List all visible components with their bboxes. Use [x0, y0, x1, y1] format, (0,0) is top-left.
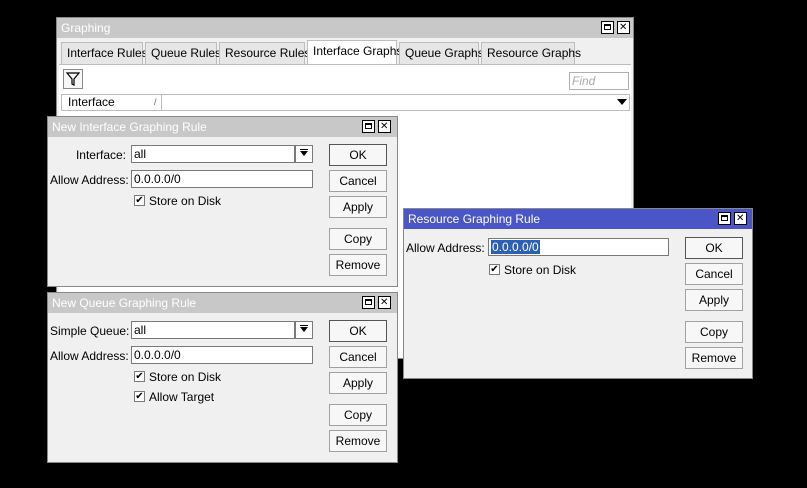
sort-indicator: / — [154, 97, 157, 107]
filter-icon — [65, 72, 81, 86]
store-on-disk-label: Store on Disk — [149, 370, 222, 384]
column-header: Interface / — [61, 94, 630, 111]
allow-address-input[interactable]: 0.0.0.0/0 — [131, 170, 313, 188]
copy-button[interactable]: Copy — [685, 321, 743, 343]
maximize-icon[interactable] — [362, 296, 375, 309]
store-on-disk-label: Store on Disk — [504, 263, 577, 277]
apply-button[interactable]: Apply — [685, 289, 743, 311]
interface-rule-window: New Interface Graphing Rule Interface: a… — [47, 116, 398, 287]
filter-button[interactable] — [63, 69, 83, 89]
allow-target-checkbox[interactable]: ✔ — [134, 391, 145, 402]
allow-target-label: Allow Target — [149, 390, 215, 404]
maximize-icon[interactable] — [718, 212, 731, 225]
interface-dropdown-icon[interactable] — [295, 145, 313, 163]
find-input[interactable]: Find — [569, 72, 629, 90]
allow-address-input[interactable]: 0.0.0.0/0 — [488, 238, 669, 256]
queue-rule-title: New Queue Graphing Rule — [52, 296, 197, 310]
graphing-title: Graphing — [61, 21, 111, 35]
remove-button[interactable]: Remove — [329, 430, 387, 452]
interface-label: Interface: — [75, 148, 126, 162]
allow-address-input[interactable]: 0.0.0.0/0 — [131, 346, 313, 364]
column-interface[interactable]: Interface / — [66, 95, 162, 110]
interface-rule-titlebar[interactable]: New Interface Graphing Rule — [48, 117, 397, 137]
copy-button[interactable]: Copy — [329, 404, 387, 426]
close-icon[interactable] — [378, 296, 391, 309]
maximize-icon[interactable] — [601, 21, 614, 34]
tab-queue-rules[interactable]: Queue Rules — [145, 42, 221, 64]
apply-button[interactable]: Apply — [329, 372, 387, 394]
remove-button[interactable]: Remove — [685, 347, 743, 369]
copy-button[interactable]: Copy — [329, 228, 387, 250]
graphing-titlebar[interactable]: Graphing — [57, 18, 633, 38]
tab-interface-graphs[interactable]: Interface Graphs — [307, 40, 402, 64]
tab-resource-graphs[interactable]: Resource Graphs — [481, 42, 581, 64]
ok-button[interactable]: OK — [685, 237, 743, 259]
store-on-disk-label: Store on Disk — [149, 194, 222, 208]
cancel-button[interactable]: Cancel — [329, 346, 387, 368]
interface-select[interactable]: all — [131, 145, 295, 163]
close-icon[interactable] — [734, 212, 747, 225]
queue-rule-titlebar[interactable]: New Queue Graphing Rule — [48, 293, 397, 313]
simple-queue-label: Simple Queue: — [50, 324, 130, 338]
apply-button[interactable]: Apply — [329, 196, 387, 218]
close-icon[interactable] — [378, 120, 391, 133]
allow-address-label: Allow Address: — [406, 241, 485, 255]
ok-button[interactable]: OK — [329, 144, 387, 166]
cancel-button[interactable]: Cancel — [329, 170, 387, 192]
close-icon[interactable] — [617, 21, 630, 34]
resource-rule-title: Resource Graphing Rule — [408, 212, 541, 226]
tab-interface-rules[interactable]: Interface Rules — [61, 42, 148, 64]
cancel-button[interactable]: Cancel — [685, 263, 743, 285]
column-interface-label: Interface — [68, 95, 115, 109]
allow-address-selection: 0.0.0.0/0 — [491, 240, 540, 254]
tab-resource-rules[interactable]: Resource Rules — [219, 42, 310, 64]
simple-queue-dropdown-icon[interactable] — [295, 321, 313, 339]
maximize-icon[interactable] — [362, 120, 375, 133]
tab-queue-graphs[interactable]: Queue Graphs — [399, 42, 484, 64]
store-on-disk-checkbox[interactable]: ✔ — [134, 371, 145, 382]
allow-address-label: Allow Address: — [50, 173, 129, 187]
column-menu-icon[interactable] — [617, 99, 627, 105]
resource-rule-titlebar[interactable]: Resource Graphing Rule — [404, 209, 752, 229]
resource-rule-window: Resource Graphing Rule Allow Address: 0.… — [403, 208, 753, 379]
queue-rule-window: New Queue Graphing Rule Simple Queue: al… — [47, 292, 398, 463]
store-on-disk-checkbox[interactable]: ✔ — [489, 264, 500, 275]
store-on-disk-checkbox[interactable]: ✔ — [134, 195, 145, 206]
remove-button[interactable]: Remove — [329, 254, 387, 276]
interface-rule-title: New Interface Graphing Rule — [52, 120, 207, 134]
simple-queue-select[interactable]: all — [131, 321, 295, 339]
allow-address-label: Allow Address: — [50, 349, 129, 363]
ok-button[interactable]: OK — [329, 320, 387, 342]
